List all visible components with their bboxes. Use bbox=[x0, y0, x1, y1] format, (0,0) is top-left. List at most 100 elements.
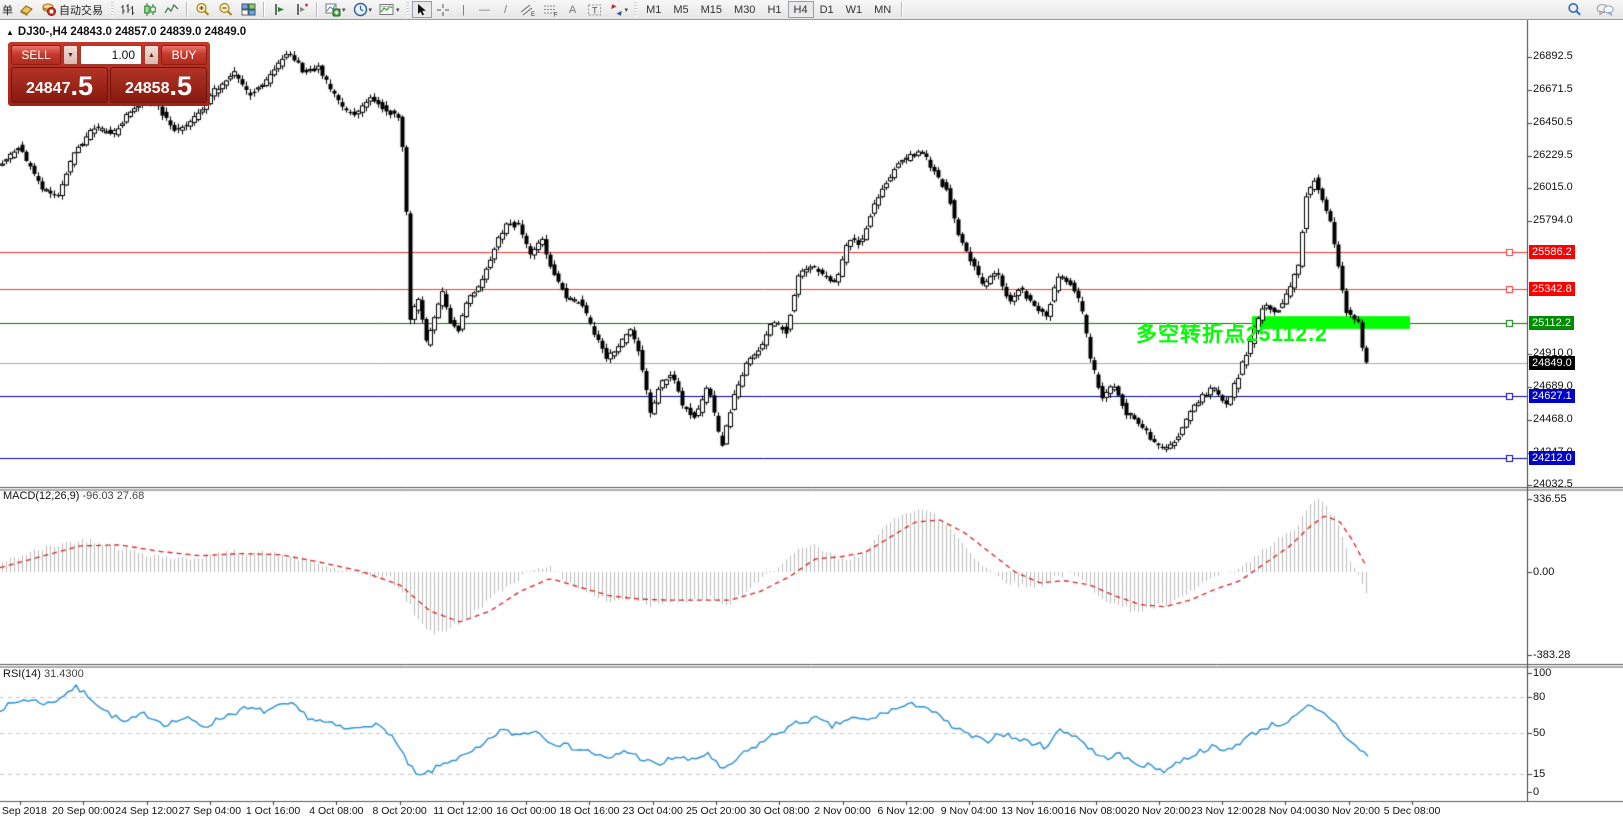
date-label: 1 Oct 16:00 bbox=[246, 805, 300, 817]
indicators-button[interactable]: ▾ bbox=[322, 1, 349, 18]
tf-button-M30[interactable]: M30 bbox=[728, 1, 761, 18]
rsi-tick-label: 0 bbox=[1533, 786, 1539, 798]
tile-windows-button[interactable] bbox=[238, 1, 259, 18]
autotrading-icon bbox=[41, 2, 57, 17]
tf-button-D1[interactable]: D1 bbox=[814, 1, 840, 18]
cursor-icon bbox=[415, 3, 428, 17]
line-chart-icon bbox=[164, 2, 179, 17]
toolbar-grip bbox=[634, 2, 637, 17]
chart-canvas[interactable] bbox=[0, 0, 1623, 820]
date-label: 30 Oct 08:00 bbox=[749, 805, 809, 817]
volume-increase-button[interactable]: ▲ bbox=[144, 45, 159, 65]
tf-button-MN[interactable]: MN bbox=[868, 1, 897, 18]
date-label: 13 Nov 16:00 bbox=[1001, 805, 1063, 817]
one-click-trading-panel: SELL ▼ 1.00 ▲ BUY 24847 .5 24858 .5 bbox=[8, 42, 210, 106]
indicators-dropdown-arrow[interactable]: ▾ bbox=[342, 6, 346, 14]
tf-button-M15[interactable]: M15 bbox=[695, 1, 728, 18]
zoom-in-button[interactable] bbox=[192, 1, 214, 18]
toolbar: 单 自动交易 bbox=[0, 0, 1623, 20]
price-tick-label: 26229.5 bbox=[1533, 149, 1573, 161]
vertical-line-icon: | bbox=[462, 4, 465, 16]
zoom-out-icon bbox=[218, 2, 234, 17]
buy-price-display[interactable]: 24858 .5 bbox=[110, 67, 207, 103]
toolbar-separator bbox=[263, 2, 265, 17]
date-label: 20 Sep 00:00 bbox=[52, 805, 114, 817]
toolbar-separator bbox=[186, 2, 188, 17]
volume-input[interactable]: 1.00 bbox=[80, 45, 142, 65]
bar-chart-button[interactable] bbox=[117, 1, 138, 18]
trading-terminal-window: 单 自动交易 bbox=[0, 0, 1623, 820]
macd-tick-label: 336.55 bbox=[1533, 493, 1567, 505]
tf-button-H1[interactable]: H1 bbox=[761, 1, 787, 18]
date-label: 11 Oct 12:00 bbox=[433, 805, 492, 817]
text-icon: A bbox=[569, 4, 576, 16]
chat-icon bbox=[1596, 2, 1614, 17]
fibonacci-icon: F bbox=[543, 3, 559, 17]
date-label: 7 Sep 2018 bbox=[0, 805, 47, 817]
candlestick-button[interactable] bbox=[139, 1, 160, 18]
chart-shift-button[interactable] bbox=[291, 1, 312, 18]
line-chart-button[interactable] bbox=[161, 1, 182, 18]
arrows-dropdown-arrow[interactable]: ▾ bbox=[625, 6, 629, 14]
macd-indicator-label: MACD(12,26,9) -96.03 27.68 bbox=[3, 490, 144, 502]
text-label-icon: T bbox=[587, 3, 602, 17]
new-order-button[interactable] bbox=[16, 1, 37, 18]
bar-chart-icon bbox=[120, 2, 135, 17]
date-label: 28 Nov 04:00 bbox=[1254, 805, 1316, 817]
arrows-tool-button[interactable]: ▾ bbox=[606, 1, 632, 18]
macd-tick-label: 0.00 bbox=[1533, 566, 1554, 578]
symbol-search-button[interactable] bbox=[1564, 1, 1585, 18]
price-badge: 24212.0 bbox=[1529, 451, 1575, 465]
price-tick-label: 26015.0 bbox=[1533, 181, 1573, 193]
tf-button-W1[interactable]: W1 bbox=[840, 1, 869, 18]
macd-main-value: -96.03 bbox=[82, 490, 113, 502]
autotrading-label: 自动交易 bbox=[57, 2, 105, 18]
sell-price-display[interactable]: 24847 .5 bbox=[11, 67, 108, 103]
zoom-out-button[interactable] bbox=[215, 1, 237, 18]
price-badge: 24627.1 bbox=[1529, 389, 1575, 403]
date-label: 16 Nov 08:00 bbox=[1064, 805, 1126, 817]
tf-button-M5[interactable]: M5 bbox=[667, 1, 694, 18]
date-label: 6 Nov 12:00 bbox=[878, 805, 935, 817]
collapse-arrow-icon[interactable]: ▲ bbox=[6, 28, 14, 37]
text-tool-button[interactable]: A bbox=[563, 1, 583, 18]
horizontal-line-tool-button[interactable]: — bbox=[475, 1, 495, 18]
zoom-in-icon bbox=[195, 2, 211, 17]
autotrading-button[interactable]: 自动交易 bbox=[38, 1, 108, 18]
templates-dropdown-arrow[interactable]: ▾ bbox=[396, 6, 400, 14]
date-label: 16 Oct 00:00 bbox=[496, 805, 556, 817]
new-order-icon bbox=[19, 2, 34, 17]
periods-button[interactable]: ▾ bbox=[350, 1, 376, 18]
cursor-tool-button[interactable] bbox=[412, 1, 432, 18]
equidistant-channel-tool-button[interactable]: E bbox=[517, 1, 539, 18]
price-tick-label: 24468.0 bbox=[1533, 413, 1573, 425]
tf-button-M1[interactable]: M1 bbox=[640, 1, 667, 18]
price-tick-label: 26450.5 bbox=[1533, 116, 1573, 128]
price-badge: 25342.8 bbox=[1529, 282, 1575, 296]
svg-text:F: F bbox=[554, 12, 558, 17]
text-label-tool-button[interactable]: T bbox=[584, 1, 605, 18]
chat-button[interactable] bbox=[1593, 1, 1617, 18]
rsi-tick-label: 50 bbox=[1533, 727, 1545, 739]
vertical-line-tool-button[interactable]: | bbox=[454, 1, 474, 18]
new-order-label[interactable]: 单 bbox=[0, 2, 15, 18]
buy-button[interactable]: BUY bbox=[161, 45, 207, 65]
periods-clock-icon bbox=[353, 2, 368, 17]
tf-button-H4[interactable]: H4 bbox=[788, 1, 814, 18]
svg-text:E: E bbox=[531, 12, 535, 17]
volume-decrease-button[interactable]: ▼ bbox=[63, 45, 78, 65]
channel-icon: E bbox=[520, 3, 536, 17]
toolbar-grip bbox=[406, 2, 409, 17]
date-label: 24 Sep 12:00 bbox=[115, 805, 177, 817]
fibonacci-tool-button[interactable]: F bbox=[540, 1, 562, 18]
search-icon bbox=[1567, 2, 1582, 17]
crosshair-tool-button[interactable] bbox=[433, 1, 453, 18]
templates-button[interactable]: ▾ bbox=[376, 1, 403, 18]
date-label: 2 Nov 00:00 bbox=[814, 805, 871, 817]
toolbar-right-group bbox=[1564, 1, 1617, 18]
sell-button[interactable]: SELL bbox=[11, 45, 61, 65]
price-tick-label: 24032.5 bbox=[1533, 478, 1573, 490]
trendline-tool-button[interactable]: / bbox=[496, 1, 516, 18]
auto-scroll-button[interactable] bbox=[269, 1, 290, 18]
periods-dropdown-arrow[interactable]: ▾ bbox=[369, 6, 373, 14]
